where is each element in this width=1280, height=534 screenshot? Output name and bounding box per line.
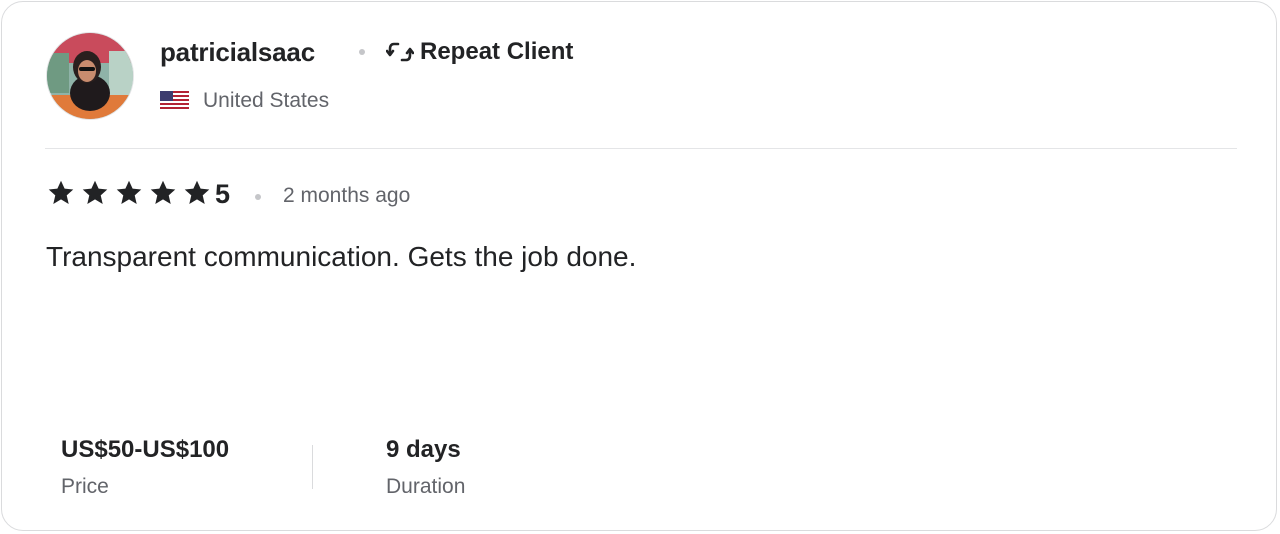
duration-value: 9 days [386, 436, 461, 463]
review-card: patricialsaac Repeat Client United State… [1, 1, 1277, 531]
star-icon [80, 179, 110, 207]
country: United States [160, 86, 329, 116]
repeat-icon [386, 40, 414, 64]
stat-divider [312, 445, 313, 489]
star-icon [46, 179, 76, 207]
repeat-client-badge: Repeat Client [386, 35, 573, 69]
review-time: 2 months ago [283, 184, 411, 207]
review-text: Transparent communication. Gets the job … [46, 241, 637, 272]
star-icon [182, 179, 212, 207]
separator-dot [359, 49, 365, 55]
star-rating [46, 179, 212, 207]
country-name: United States [203, 89, 330, 112]
divider [45, 148, 1237, 149]
star-icon [114, 179, 144, 207]
username[interactable]: patricialsaac [160, 35, 315, 69]
separator-dot [255, 194, 261, 200]
price-value: US$50-US$100 [61, 436, 230, 463]
star-icon [148, 179, 178, 207]
price-label: Price [61, 475, 109, 498]
us-flag-icon [160, 91, 189, 111]
duration-label: Duration [386, 475, 466, 498]
rating-value: 5 [215, 179, 231, 209]
repeat-client-label: Repeat Client [420, 38, 574, 65]
avatar[interactable] [46, 32, 134, 120]
